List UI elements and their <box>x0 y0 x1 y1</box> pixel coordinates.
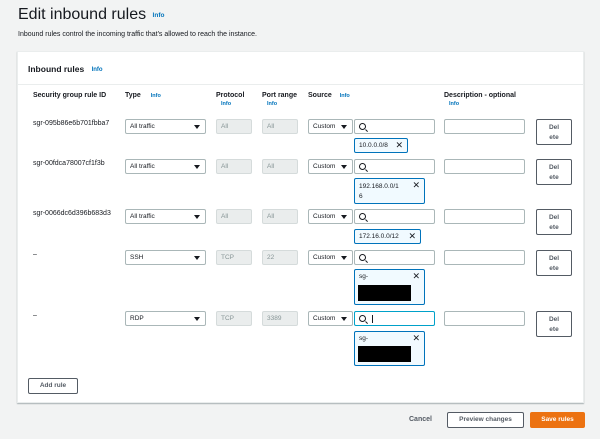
col-type: Type Info <box>125 92 161 99</box>
rule-id: – <box>33 251 37 258</box>
search-icon <box>359 213 366 220</box>
protocol-field: TCP <box>216 311 252 326</box>
col-source: Source Info <box>308 92 350 99</box>
rule-id: sgr-0066dc6d396b683d3 <box>33 210 111 217</box>
caret-down-icon <box>194 165 200 169</box>
delete-button[interactable]: Del ete <box>536 159 572 185</box>
add-rule-button[interactable]: Add rule <box>28 378 78 394</box>
caret-down-icon <box>194 317 200 321</box>
col-description: Description - optional Info <box>444 92 516 107</box>
type-select[interactable]: RDP <box>125 311 206 326</box>
description-input[interactable] <box>444 311 525 326</box>
source-search-input[interactable] <box>354 209 435 224</box>
protocol-info-link[interactable]: Info <box>221 101 244 107</box>
caret-down-icon <box>341 125 347 129</box>
type-select[interactable]: All traffic <box>125 159 206 174</box>
source-select[interactable]: Custom <box>308 311 353 326</box>
close-icon[interactable]: ✕ <box>395 141 403 150</box>
source-search-input[interactable] <box>354 119 435 134</box>
port-range-field: All <box>262 209 298 224</box>
close-icon[interactable]: ✕ <box>408 232 416 241</box>
caret-down-icon <box>194 256 200 260</box>
source-select[interactable]: Custom <box>308 250 353 265</box>
close-icon[interactable]: ✕ <box>412 181 420 190</box>
search-icon <box>359 315 366 322</box>
page-title: Edit inbound rules Info <box>18 6 165 23</box>
port-info-link[interactable]: Info <box>267 101 297 107</box>
redacted-block <box>358 285 411 301</box>
close-icon[interactable]: ✕ <box>412 272 420 281</box>
caret-down-icon <box>341 215 347 219</box>
description-input[interactable] <box>444 209 525 224</box>
source-token: sg- ✕ <box>354 331 425 366</box>
source-select[interactable]: Custom <box>308 159 353 174</box>
type-select[interactable]: All traffic <box>125 209 206 224</box>
description-input[interactable] <box>444 159 525 174</box>
description-info-link[interactable]: Info <box>449 101 516 107</box>
port-range-field: All <box>262 119 298 134</box>
panel-header: Inbound rules Info <box>18 52 583 85</box>
preview-changes-button[interactable]: Preview changes <box>447 412 524 428</box>
redacted-block <box>358 346 411 362</box>
search-icon <box>359 123 366 130</box>
page-description: Inbound rules control the incoming traff… <box>18 31 257 38</box>
panel-title: Inbound rules Info <box>28 64 103 74</box>
search-icon <box>359 254 366 261</box>
description-input[interactable] <box>444 119 525 134</box>
cancel-button[interactable]: Cancel <box>409 416 432 423</box>
source-select[interactable]: Custom <box>308 119 353 134</box>
search-icon <box>359 163 366 170</box>
panel-info-link[interactable]: Info <box>92 67 103 73</box>
inbound-rules-panel: Inbound rules Info Security group rule I… <box>17 51 584 403</box>
protocol-field: All <box>216 159 252 174</box>
source-info-link[interactable]: Info <box>340 93 350 99</box>
col-rule-id: Security group rule ID <box>33 92 107 99</box>
close-icon[interactable]: ✕ <box>412 334 420 343</box>
delete-button[interactable]: Del ete <box>536 119 572 145</box>
col-protocol: Protocol Info <box>216 92 245 107</box>
caret-down-icon <box>341 317 347 321</box>
protocol-field: All <box>216 209 252 224</box>
rule-id: sgr-095b86e6b701fbba7 <box>33 120 110 127</box>
protocol-field: All <box>216 119 252 134</box>
type-info-link[interactable]: Info <box>151 93 161 99</box>
source-search-input[interactable] <box>354 159 435 174</box>
col-port-range: Port range Info <box>262 92 298 107</box>
port-range-field: 3389 <box>262 311 298 326</box>
delete-button[interactable]: Del ete <box>536 250 572 276</box>
rule-id: – <box>33 312 37 319</box>
port-range-field: 22 <box>262 250 298 265</box>
delete-button[interactable]: Del ete <box>536 209 572 235</box>
delete-button[interactable]: Del ete <box>536 311 572 337</box>
protocol-field: TCP <box>216 250 252 265</box>
source-token: 10.0.0.0/8 ✕ <box>354 138 408 153</box>
caret-down-icon <box>341 165 347 169</box>
caret-down-icon <box>194 215 200 219</box>
source-search-input[interactable] <box>354 250 435 265</box>
port-range-field: All <box>262 159 298 174</box>
caret-down-icon <box>341 256 347 260</box>
type-select[interactable]: SSH <box>125 250 206 265</box>
rule-id: sgr-00fdca78007cf1f3b <box>33 160 105 167</box>
source-token: sg- ✕ <box>354 269 425 305</box>
source-token: 192.168.0.0/1 6 ✕ <box>354 178 425 204</box>
source-select[interactable]: Custom <box>308 209 353 224</box>
caret-down-icon <box>194 125 200 129</box>
title-info-link[interactable]: Info <box>153 12 165 19</box>
save-rules-button[interactable]: Save rules <box>530 412 585 428</box>
text-cursor <box>372 315 373 323</box>
source-token: 172.16.0.0/12 ✕ <box>354 229 421 244</box>
source-search-input[interactable] <box>354 311 435 326</box>
type-select[interactable]: All traffic <box>125 119 206 134</box>
description-input[interactable] <box>444 250 525 265</box>
